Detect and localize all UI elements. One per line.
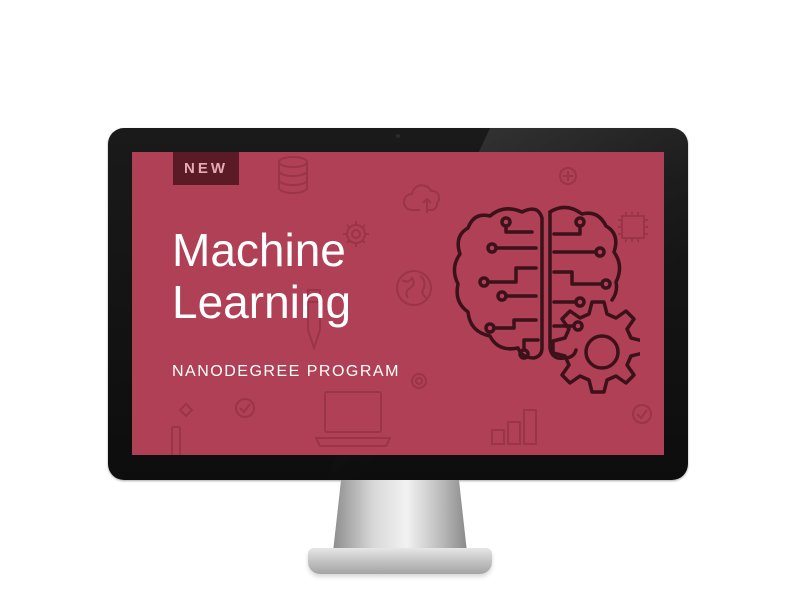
monitor-stand-base [308,548,492,574]
desktop-monitor-scene: NEW Machine Learning NANODEGREE PROGRAM [0,0,800,600]
cloud-upload-icon [403,184,441,213]
course-title-line-1: Machine [172,224,346,276]
brain-circuit-gear-icon [452,205,640,394]
checkmark-icon [235,398,255,418]
program-subtitle: NANODEGREE PROGRAM [172,363,400,380]
small-gear-icon [411,373,427,389]
webcam-dot [396,134,400,138]
database-icon [278,156,308,194]
bar-chart-icon [491,409,537,445]
course-title-line-2: Learning [172,276,352,328]
small-tag-icon [171,402,194,455]
course-title: Machine Learning [172,224,412,328]
monitor-stand-neck [333,480,467,552]
new-badge: NEW [173,152,239,185]
monitor-screen: NEW Machine Learning NANODEGREE PROGRAM [132,152,664,455]
laptop-icon [314,391,392,447]
plus-circle-icon [559,167,577,185]
